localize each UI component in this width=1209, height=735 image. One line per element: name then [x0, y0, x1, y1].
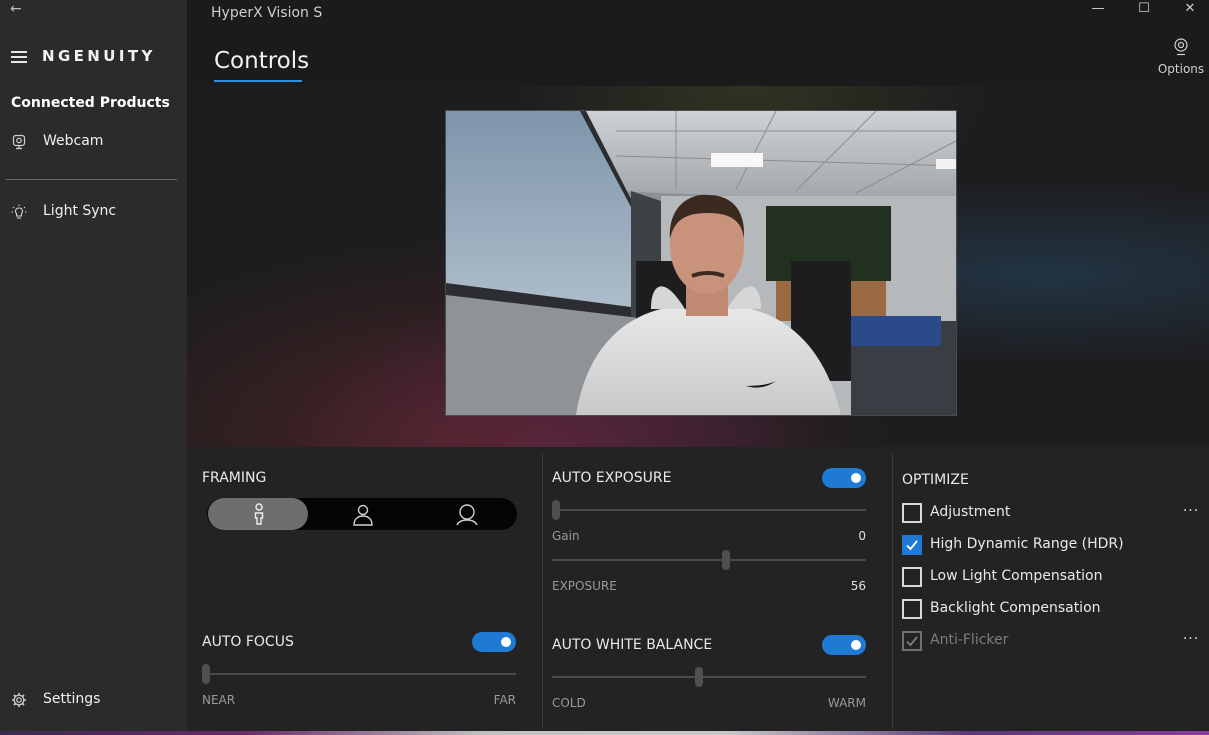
auto-focus-label: AUTO FOCUS: [202, 634, 294, 650]
framing-label: FRAMING: [202, 470, 267, 486]
checkmark-icon: [906, 636, 918, 647]
auto-focus-toggle[interactable]: [472, 632, 516, 652]
sidebar-item-webcam[interactable]: Webcam: [0, 128, 187, 158]
webcam-icon: [12, 134, 26, 150]
sidebar-item-label: Light Sync: [43, 203, 117, 219]
framing-full-icon: [254, 503, 264, 525]
auto-exposure-label: AUTO EXPOSURE: [552, 470, 672, 486]
sidebar-item-label: Settings: [43, 691, 101, 707]
hamburger-menu-icon[interactable]: [11, 51, 27, 63]
white-balance-warm-label: WARM: [827, 696, 866, 710]
exposure-label: EXPOSURE: [552, 579, 617, 593]
white-balance-slider-track[interactable]: [552, 676, 866, 678]
checkbox-label: Adjustment: [930, 504, 1011, 520]
framing-selector: [207, 498, 517, 530]
focus-far-label: FAR: [493, 693, 516, 707]
white-balance-cold-label: COLD: [552, 696, 586, 710]
gear-icon: [12, 693, 26, 707]
checkbox-hdr[interactable]: High Dynamic Range (HDR): [902, 534, 1202, 556]
brand-logo: NGENUITY: [42, 47, 156, 65]
auto-white-balance-toggle[interactable]: [822, 635, 866, 655]
checkbox-low-light[interactable]: Low Light Compensation: [902, 566, 1202, 588]
checkbox-box: [902, 631, 922, 651]
checkbox-label: Low Light Compensation: [930, 568, 1103, 584]
exposure-slider-track[interactable]: [552, 559, 866, 561]
checkbox-label: Anti-Flicker: [930, 632, 1009, 648]
optimize-label: OPTIMIZE: [902, 472, 969, 488]
checkbox-anti-flicker: Anti-Flicker: [902, 630, 1202, 652]
checkbox-box[interactable]: [902, 503, 922, 523]
page-title: Controls: [214, 48, 310, 74]
checkbox-box[interactable]: [902, 599, 922, 619]
gain-value: 0: [858, 529, 866, 543]
camera-preview: [445, 110, 957, 416]
minimize-button[interactable]: —: [1078, 0, 1118, 20]
auto-white-balance-label: AUTO WHITE BALANCE: [552, 637, 713, 653]
sidebar-item-settings[interactable]: Settings: [0, 686, 187, 716]
sidebar-item-light-sync[interactable]: Light Sync: [0, 198, 187, 228]
auto-exposure-toggle[interactable]: [822, 468, 866, 488]
options-label: Options: [1157, 62, 1205, 76]
options-button[interactable]: Options: [1154, 37, 1208, 81]
anti-flicker-more-button[interactable]: ···: [1181, 631, 1201, 647]
framing-option-close[interactable]: [416, 498, 516, 530]
checkbox-label: Backlight Compensation: [930, 600, 1101, 616]
checkbox-backlight[interactable]: Backlight Compensation: [902, 598, 1202, 620]
gain-slider-track[interactable]: [552, 509, 866, 511]
focus-near-label: NEAR: [202, 693, 236, 707]
lightbulb-icon: [11, 204, 27, 219]
exposure-slider-thumb[interactable]: [722, 550, 730, 570]
back-arrow-icon[interactable]: ←: [10, 0, 30, 18]
checkbox-adjustment[interactable]: Adjustment: [902, 502, 1202, 524]
framing-half-icon: [353, 504, 373, 526]
gain-slider-thumb[interactable]: [552, 500, 560, 520]
checkbox-box[interactable]: [902, 567, 922, 587]
close-button[interactable]: ✕: [1170, 0, 1209, 20]
options-webcam-icon: [1174, 38, 1188, 56]
exposure-value: 56: [850, 579, 866, 593]
sidebar-divider: [6, 179, 177, 180]
maximize-button[interactable]: ☐: [1124, 0, 1164, 20]
white-balance-slider-thumb[interactable]: [695, 667, 703, 687]
focus-slider-thumb[interactable]: [202, 664, 210, 684]
gain-label: Gain: [552, 529, 580, 543]
column-divider: [542, 453, 543, 728]
controls-panel: [187, 447, 1209, 735]
checkbox-box[interactable]: [902, 535, 922, 555]
page-title-underline: [214, 80, 302, 82]
framing-option-half[interactable]: [312, 498, 412, 530]
framing-close-icon: [456, 504, 478, 526]
connected-products-heading: Connected Products: [11, 95, 170, 111]
column-divider: [892, 453, 893, 728]
checkmark-icon: [906, 540, 918, 551]
window-title: HyperX Vision S: [211, 5, 323, 21]
sidebar: ← NGENUITY Connected Products Webcam Lig…: [0, 0, 187, 735]
sidebar-item-label: Webcam: [43, 133, 104, 149]
checkbox-label: High Dynamic Range (HDR): [930, 536, 1124, 552]
camera-feed-image: [446, 111, 956, 415]
framing-option-full[interactable]: [208, 498, 308, 530]
desktop-taskbar-edge: [0, 731, 1209, 735]
focus-slider-track[interactable]: [202, 673, 516, 675]
adjustment-more-button[interactable]: ···: [1181, 503, 1201, 519]
